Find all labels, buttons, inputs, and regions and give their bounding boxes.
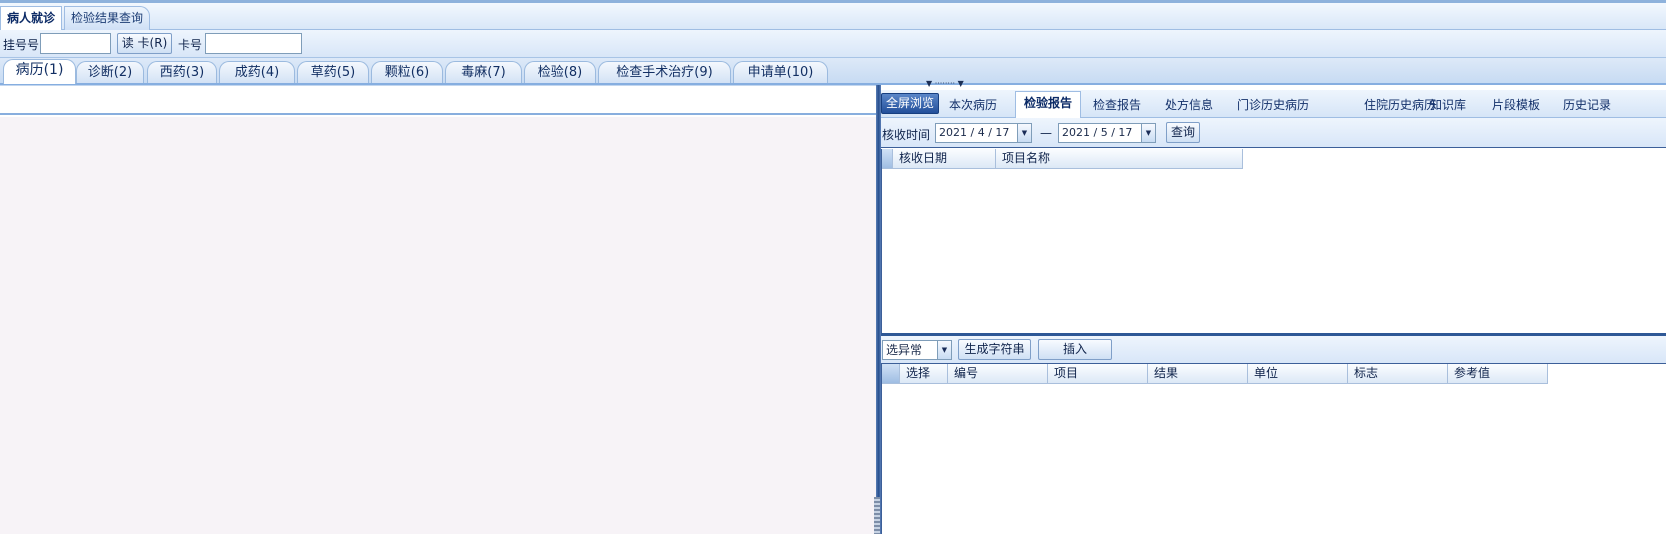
chevron-down-icon[interactable]: ▼ bbox=[1017, 124, 1031, 142]
tab-knowledge-base[interactable]: 知识库 bbox=[1430, 96, 1466, 113]
read-card-button[interactable]: 读 卡(R) bbox=[117, 33, 172, 54]
tab-prescription-info[interactable]: 处方信息 bbox=[1165, 96, 1213, 113]
app-tab-lab-result-query[interactable]: 检验结果查询 bbox=[64, 6, 151, 30]
end-date-picker[interactable]: 2021 / 5 / 17 ▼ bbox=[1058, 123, 1156, 143]
tab-lab-test[interactable]: 检验(8) bbox=[524, 61, 596, 83]
grid-corner bbox=[882, 149, 893, 169]
editor-toolbar-strip bbox=[0, 85, 876, 115]
column-header-item-name[interactable]: 项目名称 bbox=[996, 149, 1243, 169]
chevron-down-icon[interactable]: ▼ bbox=[1141, 124, 1155, 142]
abnormal-filter-value: 选异常 bbox=[886, 343, 923, 357]
generate-string-button[interactable]: 生成字符串 bbox=[958, 339, 1031, 360]
tab-history-log[interactable]: 历史记录 bbox=[1563, 96, 1611, 113]
tab-proprietary-medicine[interactable]: 成药(4) bbox=[219, 61, 295, 83]
start-date-value: 2021 / 4 / 17 bbox=[939, 126, 1010, 139]
chevron-down-icon[interactable]: ▼ bbox=[937, 341, 951, 359]
module-tab-strip: 病历(1) 诊断(2) 西药(3) 成药(4) 草药(5) 颗粒(6) 毒麻(7… bbox=[0, 58, 1666, 85]
column-header-reference-range[interactable]: 参考值 bbox=[1448, 364, 1548, 384]
lab-report-grid[interactable]: 核收日期 项目名称 bbox=[881, 149, 1666, 333]
tab-granules[interactable]: 颗粒(6) bbox=[371, 61, 443, 83]
tab-herbal-medicine[interactable]: 草药(5) bbox=[297, 61, 369, 83]
start-date-picker[interactable]: 2021 / 4 / 17 ▼ bbox=[935, 123, 1032, 143]
app-tab-strip: 病人就诊 检验结果查询 bbox=[0, 0, 1666, 30]
medical-record-editor[interactable] bbox=[0, 117, 876, 534]
grid-corner bbox=[882, 364, 900, 384]
end-date-value: 2021 / 5 / 17 bbox=[1062, 126, 1133, 139]
splitter-grip-icon[interactable]: ▼ ········ ▼ bbox=[926, 80, 996, 88]
insert-button[interactable]: 插入 bbox=[1038, 339, 1112, 360]
tab-exam-report[interactable]: 检查报告 bbox=[1093, 96, 1141, 113]
tab-exam-surgery-treatment[interactable]: 检查手术治疗(9) bbox=[598, 61, 731, 83]
tab-narcotics[interactable]: 毒麻(7) bbox=[445, 61, 522, 83]
tab-outpatient-history[interactable]: 门诊历史病历 bbox=[1237, 96, 1309, 113]
tab-medical-record[interactable]: 病历(1) bbox=[3, 59, 76, 84]
tab-western-medicine[interactable]: 西药(3) bbox=[147, 61, 217, 83]
tab-inpatient-history[interactable]: 住院历史病历 bbox=[1364, 96, 1436, 113]
registration-number-input[interactable] bbox=[40, 33, 111, 54]
column-header-flag[interactable]: 标志 bbox=[1348, 364, 1448, 384]
query-button[interactable]: 查询 bbox=[1166, 122, 1200, 143]
card-number-input[interactable] bbox=[205, 33, 302, 54]
date-range-bar: 核收时间 2021 / 4 / 17 ▼ — 2021 / 5 / 17 ▼ 查… bbox=[881, 118, 1666, 148]
registration-number-label: 挂号号 bbox=[3, 38, 40, 52]
lab-result-grid[interactable]: 选择 编号 项目 结果 单位 标志 参考值 bbox=[881, 364, 1666, 534]
tab-lab-report[interactable]: 检验报告 bbox=[1015, 91, 1082, 118]
column-header-code[interactable]: 编号 bbox=[948, 364, 1048, 384]
column-header-select[interactable]: 选择 bbox=[900, 364, 948, 384]
tab-snippet-templates[interactable]: 片段模板 bbox=[1492, 96, 1540, 113]
abnormal-filter-select[interactable]: 选异常 ▼ bbox=[882, 340, 952, 360]
date-range-separator: — bbox=[1040, 126, 1052, 140]
patient-bar: 挂号号 读 卡(R) 卡号 bbox=[0, 30, 1666, 58]
receive-time-label: 核收时间 bbox=[882, 128, 931, 142]
card-number-label: 卡号 bbox=[178, 38, 203, 52]
resize-grip-icon[interactable] bbox=[874, 497, 880, 534]
app-tab-patient-visit[interactable]: 病人就诊 bbox=[0, 6, 63, 30]
tab-current-record[interactable]: 本次病历 bbox=[949, 96, 997, 113]
tab-request-form[interactable]: 申请单(10) bbox=[733, 61, 828, 83]
column-header-item[interactable]: 项目 bbox=[1048, 364, 1148, 384]
fullscreen-browse-button[interactable]: 全屏浏览 bbox=[881, 93, 940, 114]
reference-tab-strip: 全屏浏览 本次病历 检验报告 检查报告 处方信息 门诊历史病历 住院历史病历 知… bbox=[881, 90, 1666, 118]
column-header-receive-date[interactable]: 核收日期 bbox=[893, 149, 996, 169]
tab-diagnosis[interactable]: 诊断(2) bbox=[76, 61, 144, 83]
column-header-result[interactable]: 结果 bbox=[1148, 364, 1248, 384]
result-toolbar: 选异常 ▼ 生成字符串 插入 bbox=[881, 336, 1666, 364]
column-header-unit[interactable]: 单位 bbox=[1248, 364, 1348, 384]
